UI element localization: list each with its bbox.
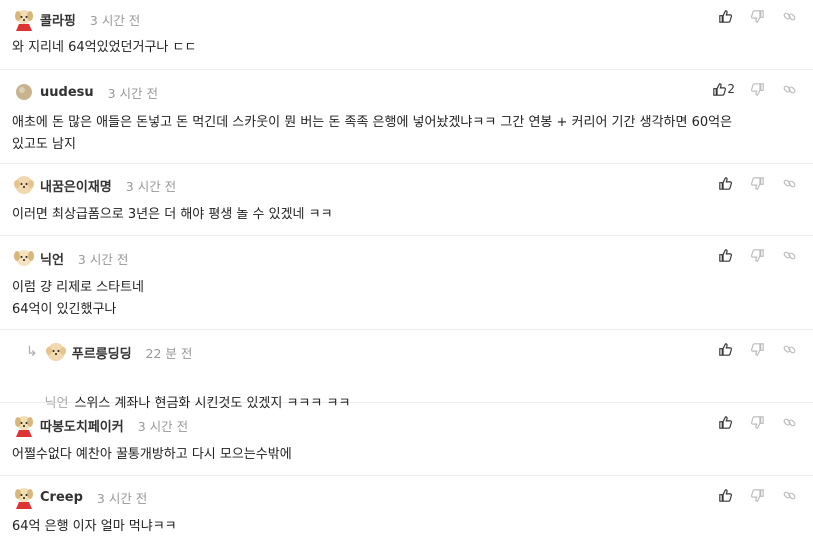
thumbs-down-icon[interactable] bbox=[745, 8, 769, 24]
avatar-dog-fluffy-icon bbox=[45, 343, 66, 361]
comment-time: 3 시간 전 bbox=[89, 12, 141, 28]
link-icon[interactable] bbox=[777, 8, 801, 24]
link-icon[interactable] bbox=[777, 414, 801, 430]
comment-time: 3 시간 전 bbox=[107, 85, 159, 101]
comment-item: 내꿈은이재명 3 시간 전 이러면 최상급폼으로 3년은 더 해야 평생 놀 수… bbox=[0, 164, 813, 236]
thumbs-up-icon[interactable] bbox=[713, 414, 737, 430]
comment-nickname[interactable]: 닉언 bbox=[40, 249, 64, 268]
avatar-dog-red-icon bbox=[15, 10, 33, 31]
thumbs-down-icon[interactable] bbox=[745, 81, 769, 97]
comment-nickname[interactable]: 푸르릉딩딩 bbox=[72, 343, 132, 362]
comment-nickname[interactable]: 따봉도치페이커 bbox=[40, 416, 124, 435]
avatar-dog-plain-icon bbox=[14, 250, 34, 266]
avatar-dog-fluffy-icon bbox=[14, 176, 34, 194]
thumbs-up-icon[interactable] bbox=[713, 175, 737, 191]
comment-item: 콜라핑 3 시간 전 와 지리네 64억있었던거구나 ㄷㄷ bbox=[0, 0, 813, 70]
comment-nickname[interactable]: Creep bbox=[40, 490, 83, 505]
reply-arrow-icon: ↳ bbox=[26, 344, 38, 360]
thumbs-up-icon[interactable] bbox=[713, 247, 737, 263]
thumbs-down-icon[interactable] bbox=[745, 414, 769, 430]
link-icon[interactable] bbox=[777, 175, 801, 191]
comment-time: 3 시간 전 bbox=[125, 178, 177, 194]
link-icon[interactable] bbox=[777, 487, 801, 503]
comment-nickname[interactable]: 콜라핑 bbox=[40, 10, 76, 29]
thumbs-down-icon[interactable] bbox=[745, 175, 769, 191]
thumbs-down-icon[interactable] bbox=[745, 487, 769, 503]
avatar-dog-red-icon bbox=[15, 488, 33, 509]
thumbs-down-icon[interactable] bbox=[745, 247, 769, 263]
like-count: 2 bbox=[727, 82, 735, 96]
comment-text: 이럼 걍 리제로 스타트네 64억이 있긴했구나 bbox=[12, 280, 144, 317]
comment-time: 3 시간 전 bbox=[137, 418, 189, 434]
comment-item: uudesu 3 시간 전 애초에 돈 많은 애들은 돈넣고 돈 먹긴데 스카웃… bbox=[0, 70, 813, 164]
link-icon[interactable] bbox=[777, 247, 801, 263]
comment-time: 22 분 전 bbox=[145, 345, 193, 361]
comment-item: 따봉도치페이커 3 시간 전 어쩔수없다 예찬아 꿀통개방하고 다시 모으는수밖… bbox=[0, 403, 813, 476]
comment-item: 닉언 3 시간 전 이럼 걍 리제로 스타트네 64억이 있긴했구나 bbox=[0, 236, 813, 330]
comment-time: 3 시간 전 bbox=[77, 251, 129, 267]
comment-text: 와 지리네 64억있었던거구나 ㄷㄷ bbox=[12, 40, 197, 55]
reply-item: ↳ 푸르릉딩딩 22 분 전 닉언 스위스 계좌나 현금화 시킨것도 있겠지 ㅋㅋ… bbox=[0, 330, 813, 411]
comment-text: 이러면 최상급폼으로 3년은 더 해야 평생 놀 수 있겠네 ㅋㅋ bbox=[12, 207, 333, 222]
comment-time: 3 시간 전 bbox=[96, 490, 148, 506]
avatar-dog-red-icon bbox=[15, 416, 33, 437]
comment-text: 64억 은행 이자 얼마 먹냐ㅋㅋ bbox=[12, 519, 177, 534]
avatar-ball-icon bbox=[16, 84, 32, 100]
comment-text: 애초에 돈 많은 애들은 돈넣고 돈 먹긴데 스카웃이 뭔 버는 돈 족족 은행… bbox=[12, 115, 733, 152]
comment-nickname[interactable]: 내꿈은이재명 bbox=[40, 176, 112, 195]
thumbs-up-icon[interactable] bbox=[713, 8, 737, 24]
thumbs-up-icon[interactable] bbox=[713, 487, 737, 503]
thumbs-up-icon[interactable]: 2 bbox=[713, 81, 737, 97]
thumbs-down-icon[interactable] bbox=[745, 341, 769, 357]
comment-text: 어쩔수없다 예찬아 꿀통개방하고 다시 모으는수밖에 bbox=[12, 447, 292, 462]
link-icon[interactable] bbox=[777, 341, 801, 357]
comment-item: Creep 3 시간 전 64억 은행 이자 얼마 먹냐ㅋㅋ bbox=[0, 476, 813, 545]
link-icon[interactable] bbox=[777, 81, 801, 97]
comment-nickname[interactable]: uudesu bbox=[40, 85, 94, 100]
thumbs-up-icon[interactable] bbox=[713, 341, 737, 357]
